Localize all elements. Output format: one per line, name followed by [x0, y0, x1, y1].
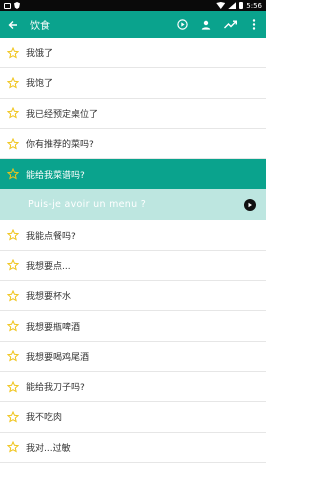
phrase-row[interactable]: 我想要点... [0, 250, 266, 282]
phrase-row[interactable]: 能给我刀子吗? [0, 372, 266, 403]
back-button[interactable] [0, 11, 26, 38]
phrase-label: 我不吃肉 [26, 413, 63, 424]
phrase-label: 我想要点... [26, 261, 71, 272]
star-icon[interactable] [0, 281, 26, 311]
phrase-label: 我想要瓶啤酒 [26, 322, 81, 333]
star-icon[interactable] [0, 38, 26, 68]
star-icon[interactable] [0, 311, 26, 341]
app-toolbar: 饮食 [0, 11, 266, 38]
phrase-list: 我饿了 我饱了 我已经预定桌位了 你有推荐的菜吗? 能给我菜谱吗? Puis-j… [0, 38, 266, 480]
phrase-row[interactable]: 我想要杯水 [0, 281, 266, 312]
status-time: 5:56 [246, 1, 262, 10]
phrase-row[interactable]: 我想要瓶啤酒 [0, 311, 266, 342]
page-title: 饮食 [30, 21, 50, 32]
phrase-row[interactable]: 我能点餐吗? [0, 220, 266, 251]
play-circle-icon [176, 19, 188, 30]
star-icon[interactable] [0, 250, 26, 280]
wifi-icon [216, 2, 226, 9]
arrow-left-icon [8, 20, 17, 29]
phrase-label: 我能点餐吗? [26, 231, 76, 242]
phrase-row[interactable]: 我不吃肉 [0, 402, 266, 433]
person-icon [201, 20, 211, 30]
star-icon[interactable] [0, 432, 26, 462]
phrase-label: 你有推荐的菜吗? [26, 140, 94, 151]
phrase-label: 我对...过敏 [26, 443, 71, 454]
star-icon[interactable] [0, 341, 26, 371]
phrase-label: 我想要杯水 [26, 292, 72, 303]
phrase-label: 能给我菜谱吗? [26, 170, 85, 181]
translation-text: Puis-je avoir un menu ? [28, 199, 147, 211]
profile-button[interactable] [194, 11, 218, 38]
star-icon[interactable] [0, 159, 26, 189]
phrase-row[interactable]: 我想要喝鸡尾酒 [0, 342, 266, 372]
phrase-row-selected[interactable]: 能给我菜谱吗? [0, 159, 266, 190]
phrase-label: 我想要喝鸡尾酒 [26, 352, 90, 363]
phrase-row[interactable]: 你有推荐的菜吗? [0, 129, 266, 160]
translation-row[interactable]: Puis-je avoir un menu ? [0, 189, 266, 221]
phrase-row[interactable]: 我对...过敏 [0, 433, 266, 463]
play-audio-button[interactable] [244, 198, 256, 211]
battery-icon [239, 2, 244, 9]
star-icon[interactable] [0, 402, 26, 432]
phrase-label: 能给我刀子吗? [26, 383, 85, 394]
phrase-row[interactable]: 我饱了 [0, 68, 266, 99]
phrase-label: 我饱了 [26, 79, 54, 90]
more-vert-icon [252, 19, 256, 30]
shield-icon [14, 2, 20, 9]
status-bar: 5:56 [0, 0, 266, 11]
play-icon [248, 202, 252, 208]
star-icon[interactable] [0, 98, 26, 128]
notification-icon [4, 2, 11, 9]
progress-button[interactable] [218, 11, 242, 38]
star-icon[interactable] [0, 372, 26, 402]
star-icon[interactable] [0, 68, 26, 98]
star-icon[interactable] [0, 220, 26, 250]
trending-up-icon [223, 20, 237, 29]
play-all-button[interactable] [170, 11, 194, 38]
phrase-row[interactable]: 我已经预定桌位了 [0, 99, 266, 129]
phrase-row[interactable]: 我饿了 [0, 38, 266, 69]
phrase-label: 我饿了 [26, 49, 54, 60]
signal-icon [228, 2, 237, 9]
star-icon[interactable] [0, 129, 26, 159]
phrase-label: 我已经预定桌位了 [26, 109, 99, 120]
more-options-button[interactable] [242, 11, 266, 38]
